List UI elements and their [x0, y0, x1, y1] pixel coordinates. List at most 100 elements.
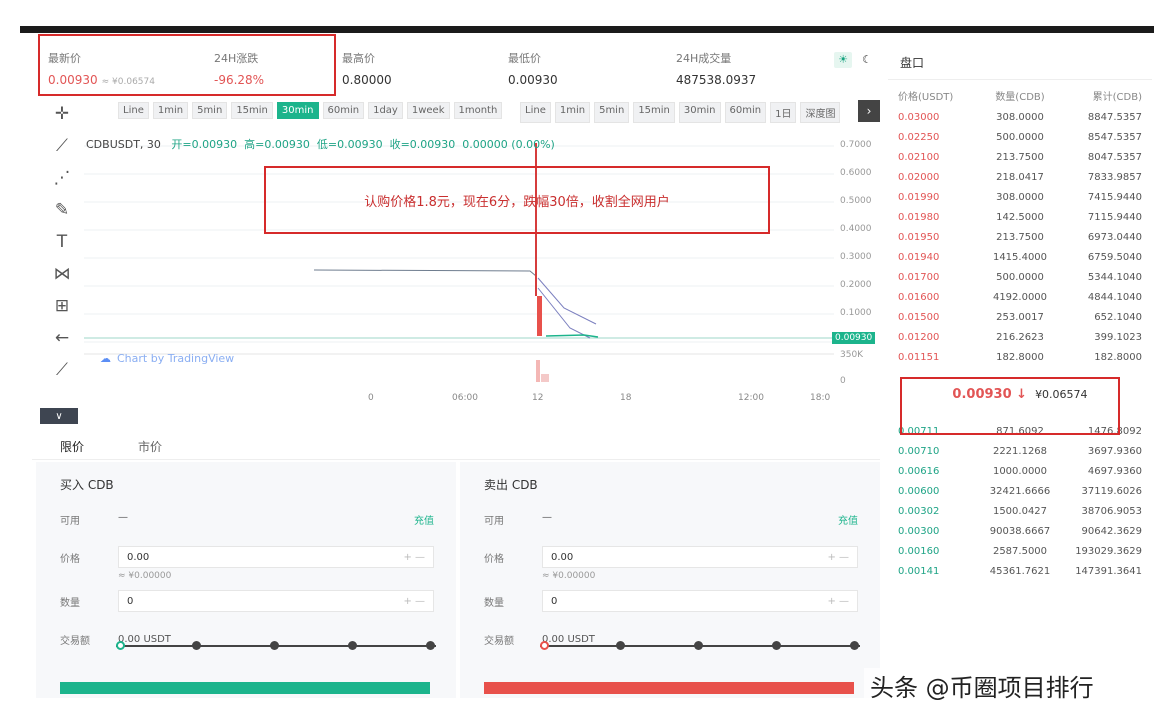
- buy-price-input[interactable]: 0.00 + —: [118, 546, 434, 568]
- ask-row[interactable]: 0.01151 182.8000 182.8000: [888, 347, 1152, 367]
- amount-cell: 871.6092: [996, 425, 1044, 437]
- slider-stop[interactable]: [426, 641, 435, 650]
- pattern-icon[interactable]: ⋈: [40, 258, 84, 290]
- bid-row[interactable]: 0.00711 871.6092 1476.8092: [888, 421, 1152, 441]
- slider-stop[interactable]: [850, 641, 859, 650]
- fib-icon[interactable]: ⋰: [40, 162, 84, 194]
- interval-1month[interactable]: 1month: [453, 102, 503, 119]
- slider-handle[interactable]: [540, 641, 549, 650]
- text-tool-icon[interactable]: T: [40, 226, 84, 258]
- amount-cell: 500.0000: [996, 131, 1044, 143]
- total-cell: 4844.1040: [1087, 291, 1142, 303]
- legend-close: 收=0.00930: [389, 138, 456, 151]
- trendline-icon[interactable]: ⟋: [40, 130, 84, 162]
- interval-r-15min[interactable]: 15min: [633, 102, 675, 123]
- interval-r-5min[interactable]: 5min: [594, 102, 630, 123]
- stepper-icon[interactable]: + —: [403, 596, 425, 607]
- amount-cell: 500.0000: [996, 271, 1044, 283]
- interval-line[interactable]: Line: [118, 102, 149, 119]
- y-tick: 350K: [840, 350, 864, 360]
- ruler-icon[interactable]: ⟋: [40, 354, 84, 386]
- sell-title: 卖出 CDB: [484, 478, 538, 492]
- ask-row[interactable]: 0.01200 216.2623 399.1023: [888, 327, 1152, 347]
- bid-row[interactable]: 0.00141 45361.7621 147391.3641: [888, 561, 1152, 581]
- bid-row[interactable]: 0.00302 1500.0427 38706.9053: [888, 501, 1152, 521]
- slider-stop[interactable]: [192, 641, 201, 650]
- interval-r-1min[interactable]: 1min: [554, 102, 591, 123]
- slider-stop[interactable]: [616, 641, 625, 650]
- bid-row[interactable]: 0.00616 1000.0000 4697.9360: [888, 461, 1152, 481]
- buy-quantity-input[interactable]: 0 + —: [118, 590, 434, 612]
- ask-row[interactable]: 0.03000 308.0000 8847.5357: [888, 107, 1152, 127]
- bid-row[interactable]: 0.00710 2221.1268 3697.9360: [888, 441, 1152, 461]
- ticker-24h-volume: 24H成交量 487538.0937: [676, 52, 757, 87]
- sell-price-input[interactable]: 0.00 + —: [542, 546, 858, 568]
- sell-quantity-input[interactable]: 0 + —: [542, 590, 858, 612]
- buy-price-label: 价格: [60, 553, 80, 565]
- stepper-icon[interactable]: + —: [827, 552, 849, 563]
- buy-button[interactable]: [60, 682, 430, 694]
- interval-30min[interactable]: 30min: [276, 102, 319, 119]
- measure-icon[interactable]: ⊞: [40, 290, 84, 322]
- price-cell: 0.00300: [898, 525, 940, 537]
- stepper-icon[interactable]: + —: [827, 596, 849, 607]
- sell-deposit-link[interactable]: 充值: [838, 512, 858, 527]
- ask-row[interactable]: 0.01500 253.0017 652.1040: [888, 307, 1152, 327]
- interval-1min[interactable]: 1min: [152, 102, 189, 119]
- ask-row[interactable]: 0.01950 213.7500 6973.0440: [888, 227, 1152, 247]
- crosshair-icon[interactable]: ✛: [40, 98, 84, 130]
- amount-cell: 4192.0000: [992, 291, 1048, 303]
- sell-percent-slider[interactable]: [540, 640, 860, 652]
- slider-stop[interactable]: [694, 641, 703, 650]
- ask-row[interactable]: 0.02250 500.0000 8547.5357: [888, 127, 1152, 147]
- interval-r-depth[interactable]: 深度图: [800, 102, 841, 123]
- interval-1week[interactable]: 1week: [406, 102, 450, 119]
- slider-stop[interactable]: [348, 641, 357, 650]
- stepper-icon[interactable]: + —: [403, 552, 425, 563]
- bid-row[interactable]: 0.00160 2587.5000 193029.3629: [888, 541, 1152, 561]
- brush-icon[interactable]: ✎: [40, 194, 84, 226]
- buy-deposit-link[interactable]: 充值: [414, 512, 434, 527]
- legend-high: 高=0.00930: [244, 138, 310, 151]
- interval-r-1day[interactable]: 1日: [770, 102, 797, 123]
- interval-60min[interactable]: 60min: [322, 102, 365, 119]
- buy-total-label: 交易额: [60, 635, 90, 647]
- ask-row[interactable]: 0.01700 500.0000 5344.1040: [888, 267, 1152, 287]
- ticker-24h-change: 24H涨跌 -96.28%: [214, 52, 265, 87]
- price-cell: 0.00616: [898, 465, 940, 477]
- slider-stop[interactable]: [772, 641, 781, 650]
- tab-limit[interactable]: 限价: [60, 438, 84, 455]
- collapse-toolbar-icon[interactable]: ∨: [40, 408, 78, 424]
- interval-r-30min[interactable]: 30min: [678, 102, 721, 123]
- ask-row[interactable]: 0.01990 308.0000 7415.9440: [888, 187, 1152, 207]
- total-cell: 8047.5357: [1087, 151, 1142, 163]
- buy-percent-slider[interactable]: [116, 640, 436, 652]
- bid-row[interactable]: 0.00600 32421.6666 37119.6026: [888, 481, 1152, 501]
- bid-row[interactable]: 0.00300 90038.6667 90642.3629: [888, 521, 1152, 541]
- tab-market[interactable]: 市价: [138, 438, 162, 455]
- y-tick: 0.1000: [840, 308, 872, 318]
- ask-row[interactable]: 0.01980 142.5000 7115.9440: [888, 207, 1152, 227]
- buy-panel: 买入 CDB 可用 — 充值 价格 0.00 + — ≈ ¥0.00000 数量 0…: [36, 462, 456, 698]
- back-arrow-icon[interactable]: ←: [40, 322, 84, 354]
- sun-icon[interactable]: ☀: [834, 52, 852, 68]
- total-cell: 90642.3629: [1081, 525, 1142, 537]
- moon-icon[interactable]: ☾: [858, 52, 876, 68]
- slider-handle[interactable]: [116, 641, 125, 650]
- slider-stop[interactable]: [270, 641, 279, 650]
- sell-button[interactable]: [484, 682, 854, 694]
- buy-qty-label: 数量: [60, 597, 80, 609]
- chevron-right-icon[interactable]: ›: [858, 100, 880, 122]
- interval-1day[interactable]: 1day: [368, 102, 403, 119]
- ask-row[interactable]: 0.01600 4192.0000 4844.1040: [888, 287, 1152, 307]
- interval-r-line[interactable]: Line: [520, 102, 551, 123]
- total-cell: 1476.8092: [1087, 425, 1142, 437]
- interval-r-60min[interactable]: 60min: [724, 102, 767, 123]
- interval-15min[interactable]: 15min: [231, 102, 273, 119]
- amount-cell: 1500.0427: [992, 505, 1048, 517]
- interval-5min[interactable]: 5min: [192, 102, 228, 119]
- ask-row[interactable]: 0.01940 1415.4000 6759.5040: [888, 247, 1152, 267]
- ask-row[interactable]: 0.02000 218.0417 7833.9857: [888, 167, 1152, 187]
- ask-row[interactable]: 0.02100 213.7500 8047.5357: [888, 147, 1152, 167]
- x-tick: 12:00: [738, 393, 764, 403]
